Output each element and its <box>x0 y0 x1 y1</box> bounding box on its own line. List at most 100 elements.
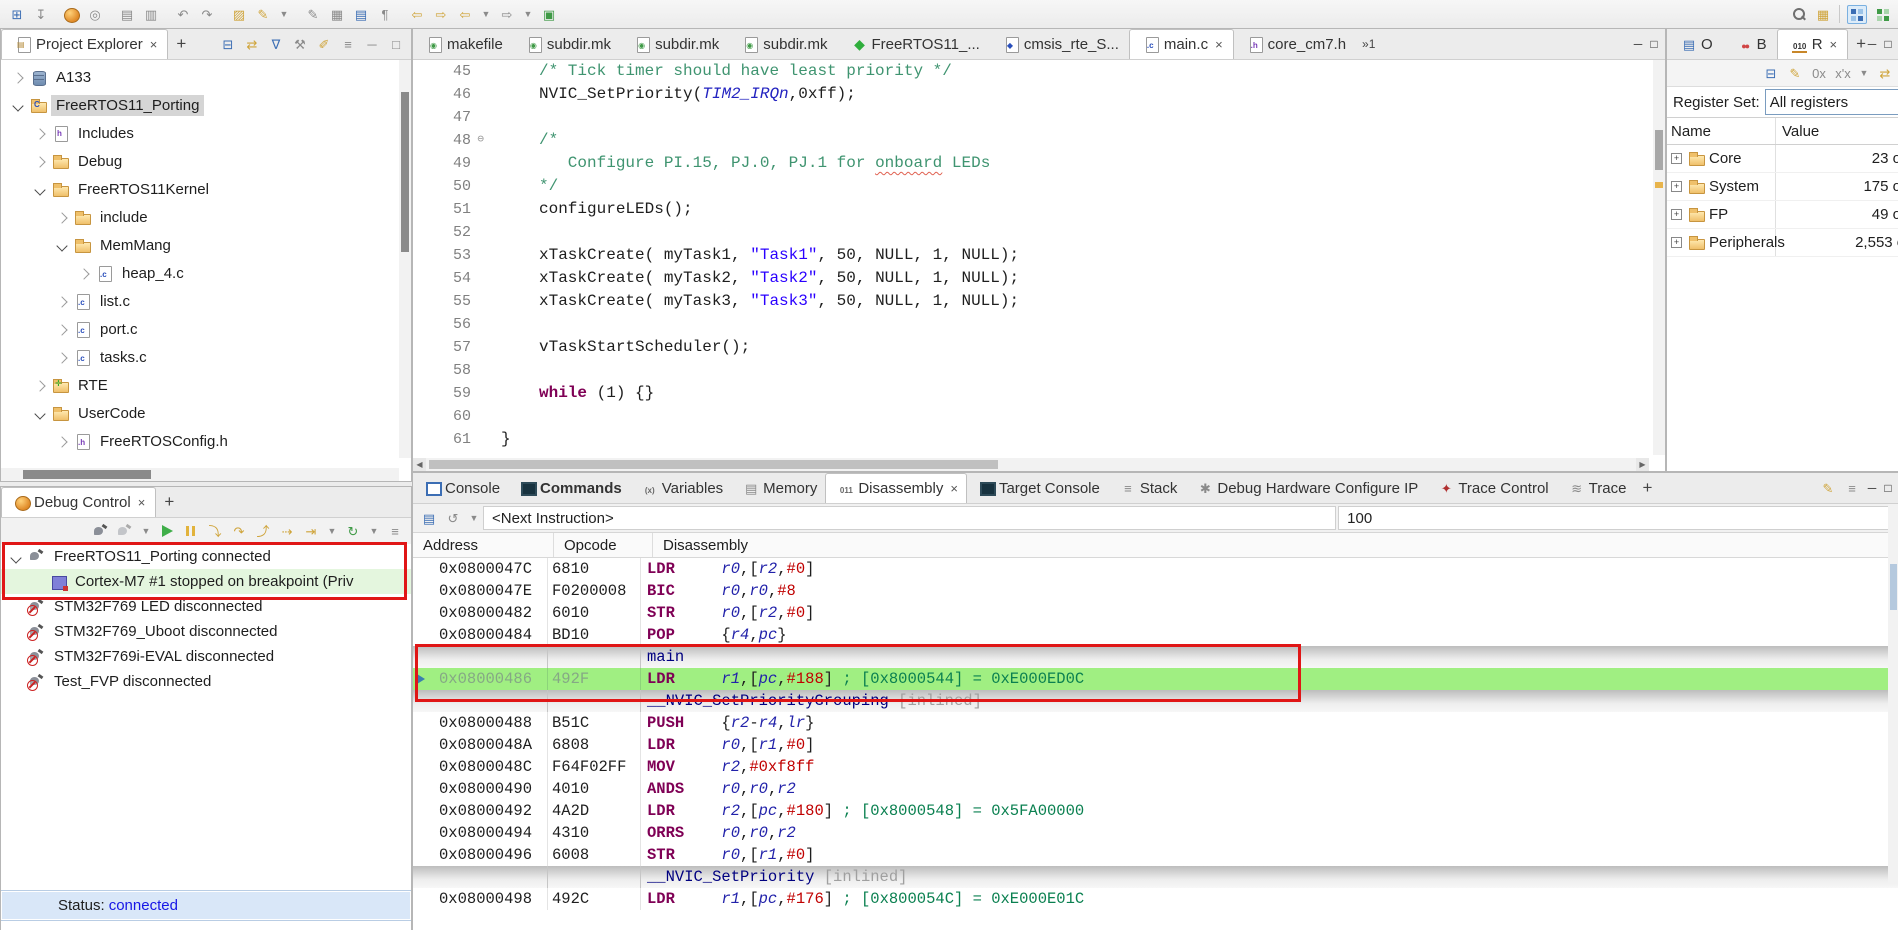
expand-icon[interactable]: + <box>1671 209 1682 220</box>
tree-item-memmang[interactable]: MemMang <box>1 231 411 259</box>
history-icon[interactable]: ↺ <box>444 510 462 527</box>
editor-tab-freertos11-[interactable]: ◆FreeRTOS11_... <box>837 29 989 59</box>
filter-icon[interactable]: ∇ <box>267 36 285 53</box>
bottom-tab-console[interactable]: Console <box>413 473 508 503</box>
open-resource-icon[interactable]: ▨ <box>230 6 248 23</box>
tree-item-include[interactable]: include <box>1 203 411 231</box>
undo-icon[interactable]: ↶ <box>174 6 192 23</box>
register-group-core[interactable]: +Core23 of 23 <box>1667 145 1898 173</box>
disassembly-label-nvic_setpriority[interactable]: __NVIC_SetPriority [inlined] <box>413 866 1898 888</box>
forward-icon[interactable]: ⇨ <box>498 6 516 23</box>
code-line-53[interactable]: 53xTaskCreate( myTask1, "Task1", 50, NUL… <box>413 244 1649 267</box>
maximize-icon[interactable]: □ <box>1880 37 1896 51</box>
debug-icon[interactable] <box>64 8 80 23</box>
disassembly-row-0x0800048a[interactable]: 0x0800048A6808LDRr0,[r1,#0] <box>413 734 1898 756</box>
close-icon[interactable]: × <box>950 481 958 496</box>
disassembly-address-field[interactable]: <Next Instruction> <box>483 506 1336 530</box>
tab-debug-control[interactable]: Debug Control × <box>1 487 156 517</box>
back-icon[interactable]: ⇦ <box>456 6 474 23</box>
bitfield-format-icon[interactable]: x'x <box>1834 65 1852 82</box>
run-to-line-icon[interactable]: ⇥ <box>302 523 320 540</box>
code-line-50[interactable]: 50*/ <box>413 175 1649 198</box>
refresh-icon[interactable]: ⇄ <box>1876 65 1894 82</box>
minimize-icon[interactable]: ─ <box>1864 37 1880 51</box>
debug-target-stm32f769-led-disconnected[interactable]: STM32F769 LED disconnected <box>1 594 411 619</box>
bottom-tab-trace[interactable]: ≋Trace <box>1557 473 1635 503</box>
tree-item-freertos11-porting[interactable]: CFreeRTOS11_Porting <box>1 91 411 119</box>
hex-format-icon[interactable]: 0x <box>1810 65 1828 82</box>
tree-item-port-c[interactable]: .cport.c <box>1 315 411 343</box>
code-line-60[interactable]: 60 <box>413 405 1649 428</box>
open-perspective-icon[interactable]: ▦ <box>1814 6 1832 23</box>
disassembly-size-field[interactable]: 100 <box>1338 506 1895 530</box>
disassembly-row-0x08000492[interactable]: 0x080004924A2DLDRr2,[pc,#180] ; [0x80005… <box>413 800 1898 822</box>
new-view-tab-button[interactable]: + <box>168 29 194 59</box>
bottom-tab-disassembly[interactable]: 011Disassembly× <box>825 473 967 503</box>
clean-icon[interactable]: ✐ <box>315 36 333 53</box>
disassembly-vscrollbar[interactable] <box>1888 504 1898 884</box>
bottom-tab-trace-control[interactable]: ✦Trace Control <box>1426 473 1556 503</box>
restart-dropdown-icon[interactable]: ▼ <box>368 523 380 540</box>
step-over-icon[interactable]: ↷ <box>230 523 248 540</box>
code-line-61[interactable]: 61} <box>413 428 1649 451</box>
compare-icon[interactable]: ▦ <box>328 6 346 23</box>
editor-tab-core-cm7-h[interactable]: .hcore_cm7.h <box>1234 29 1356 59</box>
skip-breakpoints-icon[interactable]: ◎ <box>86 6 104 23</box>
close-icon[interactable]: × <box>1215 37 1223 52</box>
code-line-58[interactable]: 58 <box>413 359 1649 382</box>
tree-item-list-c[interactable]: .clist.c <box>1 287 411 315</box>
forward-dropdown-icon[interactable]: ▼ <box>522 6 534 23</box>
collapse-all-icon[interactable]: ⊟ <box>1762 65 1780 82</box>
code-line-51[interactable]: 51configureLEDs(); <box>413 198 1649 221</box>
code-editor[interactable]: 45/* Tick timer should have least priori… <box>413 60 1649 455</box>
disassembly-row-0x08000496[interactable]: 0x080004966008STRr0,[r1,#0] <box>413 844 1898 866</box>
resume-icon[interactable] <box>158 523 176 540</box>
code-line-57[interactable]: 57vTaskStartScheduler(); <box>413 336 1649 359</box>
code-line-55[interactable]: 55xTaskCreate( myTask3, "Task3", 50, NUL… <box>413 290 1649 313</box>
disassembly-row-0x08000486[interactable]: 0x08000486492FLDRr1,[pc,#188] ; [0x80005… <box>413 668 1898 690</box>
restart-icon[interactable]: ↻ <box>344 523 362 540</box>
tree-item-tasks-c[interactable]: .ctasks.c <box>1 343 411 371</box>
fold-marker-icon[interactable]: ⊖ <box>477 129 484 152</box>
bottom-tab-commands[interactable]: Commands <box>508 473 630 503</box>
step-return-icon[interactable]: ⤴ <box>254 523 272 540</box>
disassembly-row-0x08000498[interactable]: 0x08000498492CLDRr1,[pc,#176] ; [0x80005… <box>413 888 1898 910</box>
code-line-45[interactable]: 45/* Tick timer should have least priori… <box>413 60 1649 83</box>
disassembly-label-main[interactable]: main <box>413 646 1898 668</box>
disassembly-col-disassembly[interactable]: Disassembly <box>653 533 1898 557</box>
expand-icon[interactable]: + <box>1671 181 1682 192</box>
refresh-view-icon[interactable]: ▤ <box>420 510 438 527</box>
previous-annotation-icon[interactable]: ⇦ <box>408 6 426 23</box>
code-line-47[interactable]: 47 <box>413 106 1649 129</box>
registers-col-value[interactable]: Value <box>1776 123 1819 140</box>
disassembly-col-address[interactable]: Address <box>413 533 554 557</box>
expand-icon[interactable]: + <box>1671 153 1682 164</box>
disassembly-row-0x08000488[interactable]: 0x08000488B51CPUSH{r2-r4,lr} <box>413 712 1898 734</box>
close-icon[interactable]: × <box>150 37 158 52</box>
maximize-icon[interactable]: □ <box>1646 37 1662 51</box>
outline-icon[interactable]: ▤ <box>352 6 370 23</box>
bottom-tab-stack[interactable]: ≡Stack <box>1108 473 1186 503</box>
debug-target-freertos11-porting-connected[interactable]: FreeRTOS11_Porting connected <box>1 544 411 569</box>
editor-tab-subdir-mk[interactable]: ◉subdir.mk <box>513 29 621 59</box>
debug-target-cortex-m7-1-stopped-on-breakpoint-priv[interactable]: Cortex-M7 #1 stopped on breakpoint (Priv <box>1 569 411 594</box>
tab-project-explorer[interactable]: ▤ Project Explorer × <box>1 29 168 59</box>
editor-tab-subdir-mk[interactable]: ◉subdir.mk <box>621 29 729 59</box>
code-line-52[interactable]: 52 <box>413 221 1649 244</box>
tab-overflow-indicator[interactable]: »1 <box>1356 29 1381 59</box>
debug-target-test-fvp-disconnected[interactable]: Test_FVP disconnected <box>1 669 411 694</box>
code-line-48[interactable]: 48⊖/* <box>413 129 1649 152</box>
disassembly-row-0x08000484[interactable]: 0x08000484BD10POP{r4,pc} <box>413 624 1898 646</box>
editor-tab-makefile[interactable]: ◉makefile <box>413 29 513 59</box>
minimize-icon[interactable]: ─ <box>1630 37 1646 51</box>
back-dropdown-icon[interactable]: ▼ <box>480 6 492 23</box>
dropdown-icon[interactable]: ▼ <box>278 6 290 23</box>
editor-hscrollbar[interactable]: ◀ ▶ <box>413 458 1649 471</box>
pin-icon[interactable]: ✎ <box>1819 480 1837 497</box>
next-annotation-icon[interactable]: ⇨ <box>432 6 450 23</box>
disassembly-row-0x0800047e[interactable]: 0x0800047EF0200008BICr0,r0,#8 <box>413 580 1898 602</box>
instruction-step-icon[interactable]: ⇢ <box>278 523 296 540</box>
format-dropdown-icon[interactable]: ▼ <box>1858 65 1870 82</box>
editor-tab-subdir-mk[interactable]: ◉subdir.mk <box>729 29 837 59</box>
registers-col-name[interactable]: Name <box>1667 118 1776 144</box>
